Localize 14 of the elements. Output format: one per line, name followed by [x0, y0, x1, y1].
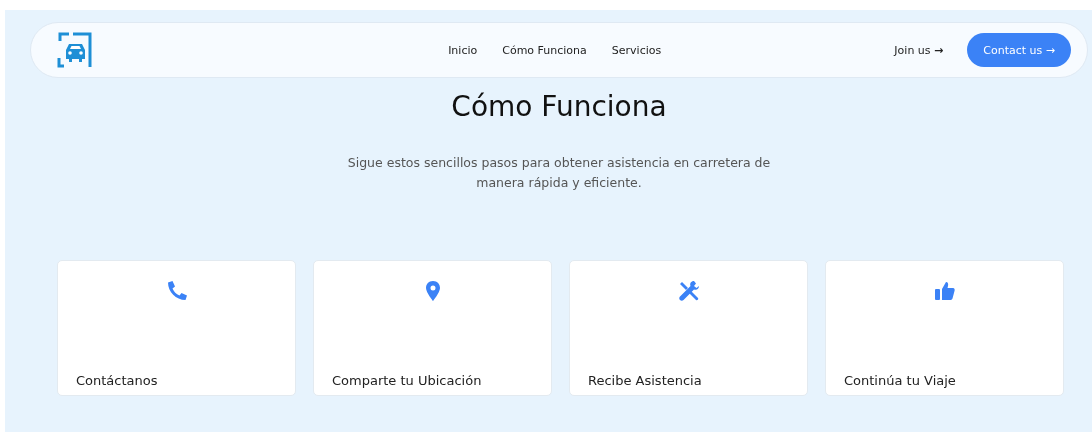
- contact-button[interactable]: Contact us →: [967, 33, 1071, 67]
- nav-link[interactable]: Cómo Funciona: [502, 43, 587, 57]
- step-label: Continúa tu Viaje: [844, 373, 956, 388]
- step-label: Comparte tu Ubicación: [332, 373, 482, 388]
- step-label: Contáctanos: [76, 373, 158, 388]
- section-subtitle: Sigue estos sencillos pasos para obtener asistencia en carretera de manera rápida y eficiente.: [346, 154, 772, 192]
- step-label: Recibe Asistencia: [588, 373, 702, 388]
- join-link[interactable]: Join us →: [894, 43, 944, 57]
- nav-link[interactable]: Servicios: [611, 43, 662, 57]
- section-title: Cómo Funciona: [450, 90, 668, 123]
- car-logo-icon[interactable]: [55, 30, 95, 70]
- tools-icon: [676, 279, 701, 303]
- thumbs-up-icon: [932, 279, 957, 303]
- nav-link[interactable]: Inicio: [448, 43, 478, 57]
